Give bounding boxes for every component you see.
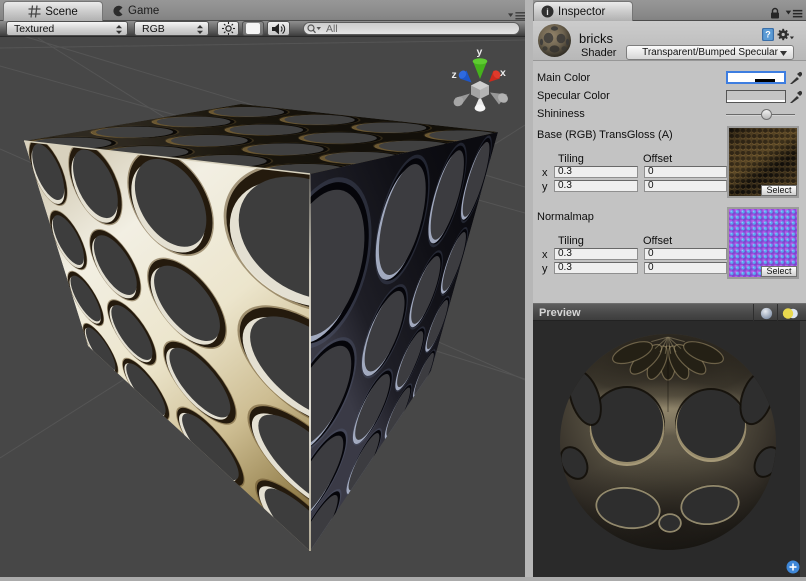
svg-text:i: i — [546, 7, 549, 17]
svg-text:x: x — [500, 67, 506, 79]
svg-text:?: ? — [765, 30, 771, 40]
svg-text:y: y — [477, 46, 483, 58]
svg-text:z: z — [452, 69, 457, 81]
